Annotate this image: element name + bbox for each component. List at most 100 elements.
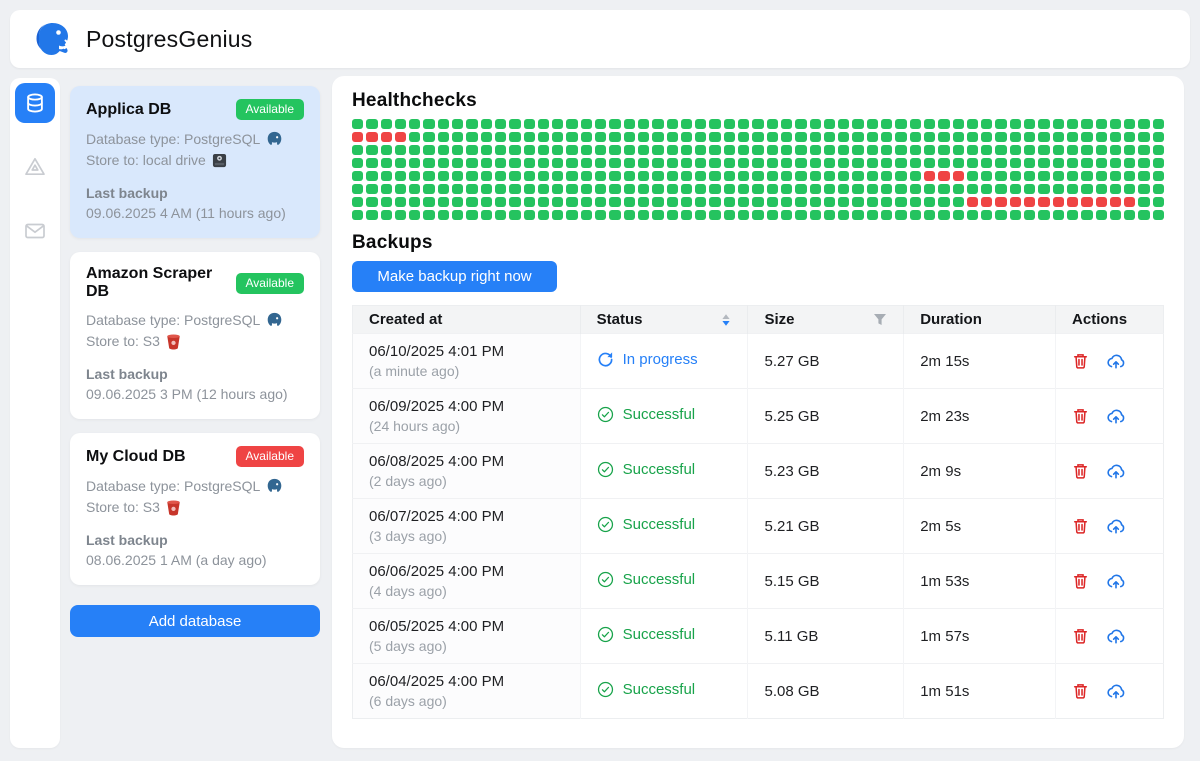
healthcheck-cell-ok	[524, 119, 535, 129]
healthcheck-cell-ok	[524, 210, 535, 220]
database-card[interactable]: Amazon Scraper DB Available Database typ…	[70, 252, 320, 419]
delete-backup-button[interactable]	[1072, 682, 1089, 700]
backup-relative-time: (5 days ago)	[369, 637, 564, 656]
delete-backup-button[interactable]	[1072, 462, 1089, 480]
database-list: Applica DB Available Database type: Post…	[70, 86, 320, 637]
healthcheck-cell-ok	[867, 184, 878, 194]
delete-backup-button[interactable]	[1072, 572, 1089, 590]
healthcheck-cell-ok	[638, 158, 649, 168]
healthcheck-cell-ok	[1010, 158, 1021, 168]
healthcheck-cell-ok	[1067, 145, 1078, 155]
upload-backup-button[interactable]	[1106, 627, 1126, 645]
healthcheck-cell-ok	[1010, 119, 1021, 129]
healthcheck-cell-ok	[1024, 171, 1035, 181]
last-backup-value: 08.06.2025 1 AM (a day ago)	[86, 550, 304, 570]
healthcheck-cell-ok	[1010, 210, 1021, 220]
add-database-button[interactable]: Add database	[70, 605, 320, 637]
database-card[interactable]: My Cloud DB Available Database type: Pos…	[70, 433, 320, 585]
healthcheck-cell-ok	[423, 119, 434, 129]
healthcheck-cell-ok	[752, 158, 763, 168]
column-header-size[interactable]: Size	[748, 306, 904, 334]
healthcheck-cell-ok	[953, 119, 964, 129]
healthcheck-cell-ok	[1124, 210, 1135, 220]
healthcheck-cell-ok	[995, 210, 1006, 220]
healthcheck-cell-ok	[466, 158, 477, 168]
delete-backup-button[interactable]	[1072, 627, 1089, 645]
healthcheck-cell-ok	[767, 158, 778, 168]
delete-backup-button[interactable]	[1072, 352, 1089, 370]
healthcheck-cell-failed	[1124, 197, 1135, 207]
healthcheck-cell-ok	[481, 171, 492, 181]
database-card[interactable]: Applica DB Available Database type: Post…	[70, 86, 320, 238]
column-header-status[interactable]: Status	[580, 306, 748, 334]
delete-backup-button[interactable]	[1072, 517, 1089, 535]
nav-mail-button[interactable]	[15, 211, 55, 251]
upload-backup-button[interactable]	[1106, 682, 1126, 700]
upload-backup-button[interactable]	[1106, 517, 1126, 535]
database-type-label: Database type: PostgreSQL	[86, 476, 260, 497]
healthcheck-cell-ok	[667, 119, 678, 129]
healthcheck-cell-ok	[667, 145, 678, 155]
healthcheck-cell-ok	[509, 145, 520, 155]
column-header-duration: Duration	[904, 306, 1056, 334]
sort-icon[interactable]	[721, 313, 731, 327]
healthcheck-cell-ok	[538, 145, 549, 155]
healthcheck-cell-ok	[595, 184, 606, 194]
healthcheck-cell-ok	[838, 158, 849, 168]
healthcheck-cell-ok	[1110, 119, 1121, 129]
healthcheck-cell-ok	[552, 171, 563, 181]
healthcheck-cell-ok	[967, 145, 978, 155]
healthcheck-cell-ok	[609, 158, 620, 168]
upload-backup-button[interactable]	[1106, 352, 1126, 370]
healthcheck-cell-ok	[752, 210, 763, 220]
nav-databases-button[interactable]	[15, 83, 55, 123]
healthcheck-cell-ok	[509, 171, 520, 181]
healthcheck-cell-ok	[924, 119, 935, 129]
healthcheck-cell-ok	[910, 197, 921, 207]
healthcheck-cell-ok	[867, 171, 878, 181]
healthcheck-cell-ok	[638, 184, 649, 194]
healthcheck-cell-ok	[466, 197, 477, 207]
healthcheck-cell-ok	[810, 158, 821, 168]
healthcheck-cell-ok	[1053, 171, 1064, 181]
healthcheck-cell-ok	[938, 132, 949, 142]
healthcheck-cell-ok	[538, 119, 549, 129]
backup-size: 5.27 GB	[748, 334, 904, 389]
healthcheck-cell-ok	[452, 132, 463, 142]
healthcheck-cell-ok	[1081, 210, 1092, 220]
upload-backup-button[interactable]	[1106, 572, 1126, 590]
healthcheck-cell-ok	[724, 132, 735, 142]
healthcheck-cell-failed	[953, 171, 964, 181]
healthcheck-cell-ok	[609, 145, 620, 155]
healthcheck-cell-ok	[366, 210, 377, 220]
healthcheck-cell-ok	[724, 184, 735, 194]
make-backup-button[interactable]: Make backup right now	[352, 261, 557, 292]
healthcheck-cell-failed	[1038, 197, 1049, 207]
success-icon	[597, 626, 614, 643]
healthcheck-cell-ok	[795, 132, 806, 142]
healthcheck-cell-ok	[1153, 210, 1164, 220]
healthcheck-cell-ok	[452, 197, 463, 207]
healthcheck-cell-ok	[681, 197, 692, 207]
filter-icon[interactable]	[873, 313, 887, 326]
healthcheck-cell-ok	[1053, 210, 1064, 220]
healthcheck-cell-ok	[810, 132, 821, 142]
backup-size: 5.25 GB	[748, 389, 904, 444]
healthcheck-cell-ok	[1053, 145, 1064, 155]
healthcheck-cell-ok	[967, 184, 978, 194]
healthcheck-cell-ok	[1067, 119, 1078, 129]
healthcheck-cell-ok	[381, 197, 392, 207]
healthcheck-cell-ok	[881, 145, 892, 155]
nav-storage-button[interactable]	[15, 147, 55, 187]
s3-icon	[166, 500, 181, 516]
healthcheck-cell-ok	[667, 158, 678, 168]
healthcheck-cell-ok	[438, 171, 449, 181]
upload-backup-button[interactable]	[1106, 462, 1126, 480]
healthcheck-cell-ok	[995, 145, 1006, 155]
healthcheck-cell-ok	[1053, 132, 1064, 142]
healthcheck-cell-ok	[366, 184, 377, 194]
delete-backup-button[interactable]	[1072, 407, 1089, 425]
healthcheck-cell-ok	[752, 132, 763, 142]
upload-backup-button[interactable]	[1106, 407, 1126, 425]
healthcheck-cell-ok	[366, 119, 377, 129]
